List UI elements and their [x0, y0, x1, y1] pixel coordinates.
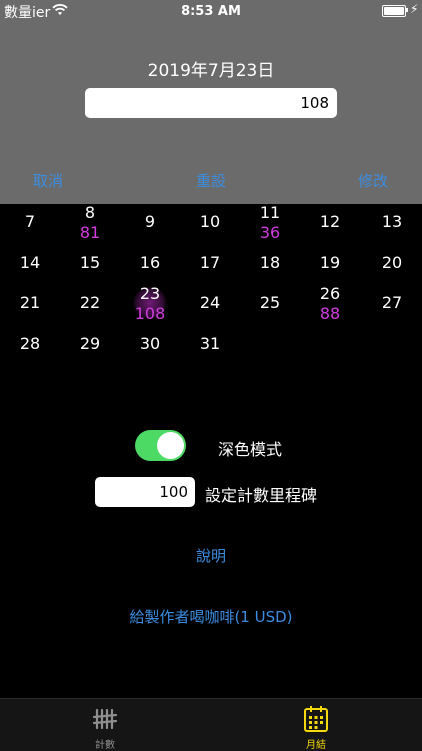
- milestone-label: 設定計數里程碑: [205, 486, 318, 505]
- tally-icon: [92, 708, 118, 730]
- calendar-day[interactable]: 20: [362, 253, 422, 272]
- count-input[interactable]: [85, 88, 337, 118]
- calendar-day[interactable]: 18: [240, 253, 300, 272]
- calendar-day[interactable]: 16: [120, 253, 180, 272]
- calendar-day[interactable]: 17: [180, 253, 240, 272]
- calendar-day[interactable]: 15: [60, 253, 120, 272]
- calendar-day[interactable]: 21: [0, 293, 60, 312]
- charging-bolt-icon: ⚡: [410, 2, 419, 16]
- calendar-day[interactable]: 24: [180, 293, 240, 312]
- calendar-day[interactable]: 13: [362, 212, 422, 231]
- calendar-day[interactable]: 25: [240, 293, 300, 312]
- calendar-day[interactable]: 30: [120, 334, 180, 353]
- modify-button[interactable]: 修改: [358, 170, 388, 191]
- calendar-day[interactable]: 29: [60, 334, 120, 353]
- calendar-icon: [304, 706, 328, 732]
- battery-icon: [382, 5, 406, 17]
- day-count: 88: [319, 304, 341, 323]
- calendar-day[interactable]: 7: [0, 212, 60, 231]
- day-count: 81: [79, 223, 101, 242]
- day-count: 36: [259, 223, 281, 242]
- buy-coffee-link[interactable]: 給製作者喝咖啡(1 USD): [0, 606, 422, 627]
- calendar-day[interactable]: 14: [0, 253, 60, 272]
- tab-monthly-label: 月結: [306, 740, 326, 751]
- tab-monthly[interactable]: 月結: [286, 700, 346, 751]
- dark-mode-label: 深色模式: [218, 440, 283, 459]
- calendar-day[interactable]: 8: [60, 203, 120, 222]
- calendar-day[interactable]: 28: [0, 334, 60, 353]
- milestone-input[interactable]: [95, 477, 195, 507]
- help-link[interactable]: 說明: [196, 545, 226, 566]
- selected-date-title: 2019年7月23日: [147, 61, 275, 81]
- calendar-day[interactable]: 27: [362, 293, 422, 312]
- calendar-day[interactable]: 22: [60, 293, 120, 312]
- calendar-day[interactable]: 31: [180, 334, 240, 353]
- calendar-day[interactable]: 19: [300, 253, 360, 272]
- calendar-day[interactable]: 10: [180, 212, 240, 231]
- calendar-day[interactable]: 9: [120, 212, 180, 231]
- calendar-day[interactable]: 11: [240, 203, 300, 222]
- reset-button[interactable]: 重設: [196, 170, 226, 191]
- tab-bar: [0, 698, 422, 751]
- day-count: 108: [134, 304, 166, 323]
- tab-count[interactable]: 計數: [75, 700, 135, 751]
- toggle-knob: [157, 432, 184, 459]
- calendar-day[interactable]: 12: [300, 212, 360, 231]
- calendar-day[interactable]: 26: [300, 284, 360, 303]
- calendar-day[interactable]: 23: [120, 284, 180, 303]
- tab-count-label: 計數: [95, 740, 115, 751]
- clock: 8:53 AM: [181, 4, 241, 19]
- battery-nub: [406, 8, 408, 12]
- cancel-button[interactable]: 取消: [33, 170, 63, 191]
